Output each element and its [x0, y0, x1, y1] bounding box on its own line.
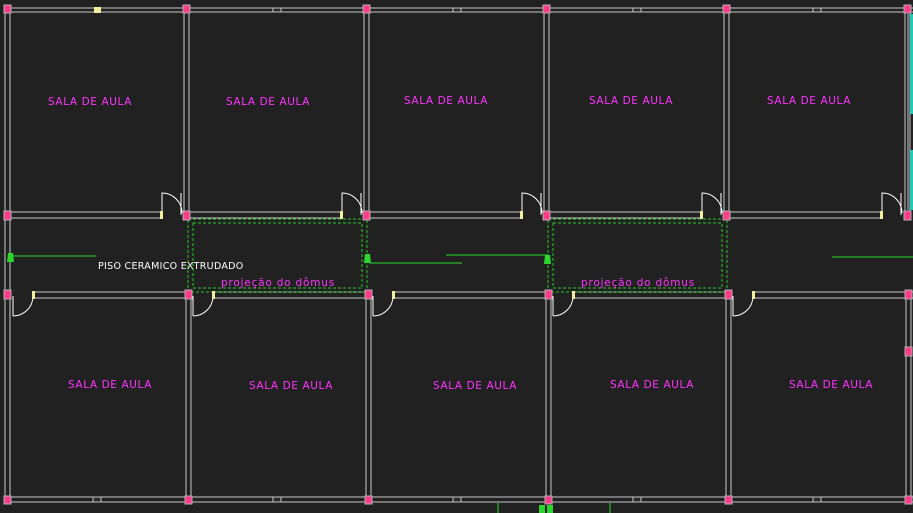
room-label: SALA DE AULA	[68, 379, 152, 391]
room-label: SALA DE AULA	[48, 96, 132, 108]
room-label: SALA DE AULA	[767, 95, 851, 107]
marker-icon	[547, 505, 553, 513]
skylight-label: projeção do dômus	[581, 277, 695, 289]
room-label: SALA DE AULA	[249, 380, 333, 392]
marker-icon	[7, 253, 14, 262]
room-label: SALA DE AULA	[404, 95, 488, 107]
room-label: SALA DE AULA	[433, 380, 517, 392]
room-label: SALA DE AULA	[589, 95, 673, 107]
room-label: SALA DE AULA	[610, 379, 694, 391]
marker-icon	[364, 254, 371, 263]
marker-icon	[544, 255, 551, 264]
floor-plan: SALA DE AULA SALA DE AULA SALA DE AULA S…	[0, 0, 913, 513]
floor-finish-note: PISO CERAMICO EXTRUDADO	[98, 261, 244, 272]
skylight-label: projeção do dômus	[221, 277, 335, 289]
marker-icon	[539, 505, 545, 513]
room-label: SALA DE AULA	[789, 379, 873, 391]
drawing-background	[0, 0, 913, 513]
room-label: SALA DE AULA	[226, 96, 310, 108]
